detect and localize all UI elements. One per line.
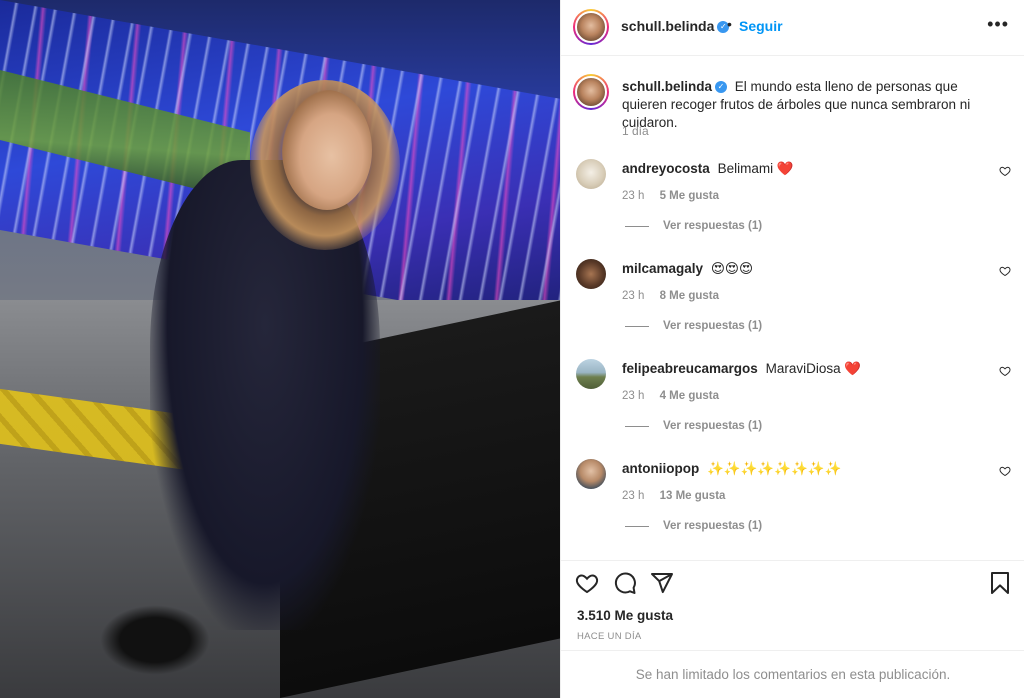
- post-header: schull.belinda ✓ • Seguir •••: [561, 0, 1024, 56]
- post-photo[interactable]: [0, 0, 560, 698]
- comment-time[interactable]: 23 h: [622, 490, 644, 502]
- comment-meta: 23 h 5 Me gusta: [622, 190, 719, 202]
- comment-text: felipeabreucamargos MaraviDiosa ❤️: [622, 361, 982, 377]
- commenter-avatar[interactable]: [576, 359, 606, 389]
- verified-badge-icon: ✓: [715, 81, 728, 94]
- likes-count[interactable]: 3.510 Me gusta: [577, 608, 673, 623]
- commenter-username[interactable]: felipeabreucamargos: [622, 361, 758, 376]
- author-avatar[interactable]: [573, 9, 609, 45]
- comment-time[interactable]: 23 h: [622, 390, 644, 402]
- person-face: [282, 90, 372, 210]
- heart-icon[interactable]: [999, 165, 1011, 177]
- comment-body: MaraviDiosa ❤️: [765, 361, 862, 376]
- comment-body: ✨✨✨✨✨✨✨✨: [707, 461, 842, 476]
- post-side-panel: schull.belinda ✓ • Seguir ••• schull.beli…: [560, 0, 1024, 698]
- comment-likes[interactable]: 13 Me gusta: [660, 490, 726, 502]
- view-replies-button[interactable]: Ver respuestas (1): [625, 520, 762, 532]
- view-replies-button[interactable]: Ver respuestas (1): [625, 220, 762, 232]
- comment-item: felipeabreucamargos MaraviDiosa ❤️ 23 h …: [561, 359, 1024, 459]
- caption-avatar[interactable]: [573, 74, 609, 110]
- comment-item: antoniiopop ✨✨✨✨✨✨✨✨ 23 h 13 Me gusta Ve…: [561, 459, 1024, 559]
- commenter-avatar[interactable]: [576, 459, 606, 489]
- comment-meta: 23 h 8 Me gusta: [622, 290, 719, 302]
- heart-icon[interactable]: [999, 265, 1011, 277]
- heart-icon[interactable]: [999, 365, 1011, 377]
- share-icon[interactable]: [650, 571, 674, 595]
- comment-body: Belimami ❤️: [717, 161, 794, 176]
- comment-meta: 23 h 13 Me gusta: [622, 490, 725, 502]
- comment-likes[interactable]: 8 Me gusta: [660, 290, 719, 302]
- comment-body: 😍😍😍: [710, 261, 754, 276]
- view-replies-button[interactable]: Ver respuestas (1): [625, 420, 762, 432]
- comments-limited-notice: Se han limitado los comentarios en esta …: [561, 650, 1024, 698]
- commenter-username[interactable]: milcamagaly: [622, 261, 703, 276]
- follow-button[interactable]: Seguir: [739, 18, 783, 34]
- replies-divider: [625, 525, 649, 527]
- replies-divider: [625, 325, 649, 327]
- commenter-avatar[interactable]: [576, 159, 606, 189]
- comment-time[interactable]: 23 h: [622, 190, 644, 202]
- replies-divider: [625, 225, 649, 227]
- post-actions-bar: [561, 560, 1024, 604]
- commenter-username[interactable]: andreyocosta: [622, 161, 710, 176]
- commenter-avatar[interactable]: [576, 259, 606, 289]
- comment-meta: 23 h 4 Me gusta: [622, 390, 719, 402]
- commenter-username[interactable]: antoniiopop: [622, 461, 699, 476]
- comment-text: antoniiopop ✨✨✨✨✨✨✨✨: [622, 461, 982, 477]
- post-date[interactable]: HACE UN DÍA: [577, 631, 642, 642]
- heart-icon[interactable]: [575, 571, 599, 595]
- person-shoes: [100, 605, 210, 675]
- replies-divider: [625, 425, 649, 427]
- comment-item: andreyocosta Belimami ❤️ 23 h 5 Me gusta…: [561, 159, 1024, 259]
- comment-item: milcamagaly 😍😍😍 23 h 8 Me gusta Ver resp…: [561, 259, 1024, 359]
- caption-timestamp[interactable]: 1 día: [622, 124, 649, 138]
- caption-username[interactable]: schull.belinda ✓: [622, 79, 728, 94]
- bookmark-icon[interactable]: [988, 571, 1012, 595]
- separator-dot: •: [727, 16, 732, 32]
- author-username[interactable]: schull.belinda ✓: [621, 18, 730, 34]
- comment-icon[interactable]: [613, 571, 637, 595]
- more-options-icon[interactable]: •••: [987, 14, 1009, 35]
- comment-likes[interactable]: 5 Me gusta: [660, 190, 719, 202]
- comment-text: andreyocosta Belimami ❤️: [622, 161, 982, 177]
- comment-time[interactable]: 23 h: [622, 290, 644, 302]
- heart-icon[interactable]: [999, 465, 1011, 477]
- comment-text: milcamagaly 😍😍😍: [622, 261, 982, 277]
- caption-text: schull.belinda ✓ El mundo esta lleno de p…: [622, 78, 1002, 132]
- view-replies-button[interactable]: Ver respuestas (1): [625, 320, 762, 332]
- comment-likes[interactable]: 4 Me gusta: [660, 390, 719, 402]
